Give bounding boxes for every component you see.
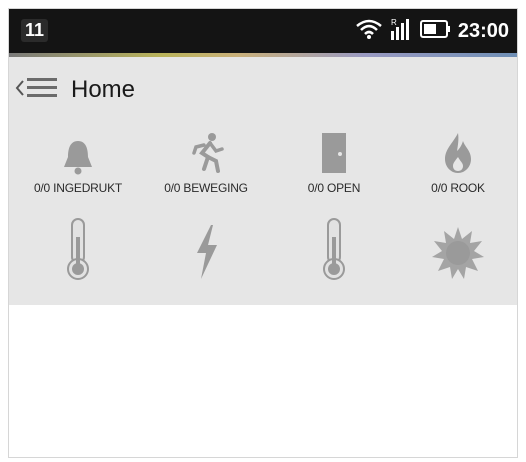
tile-open[interactable]: 0/0 OPEN (271, 127, 397, 195)
status-bar: 11 R 23:00 (9, 9, 517, 53)
tile-light[interactable] (395, 227, 517, 281)
bell-icon (15, 127, 141, 175)
action-bar: Home (9, 57, 517, 123)
menu-icon (25, 74, 59, 107)
tile-label: 0/0 OPEN (307, 181, 361, 195)
lightning-icon (143, 225, 269, 281)
tile-rook[interactable]: 0/0 ROOK (395, 127, 517, 195)
tile-label: 0/0 INGEDRUKT (33, 181, 123, 195)
up-navigation-button[interactable] (15, 65, 59, 115)
door-icon (271, 127, 397, 175)
sensor-row-1: 0/0 INGEDRUKT 0/0 BEWEGING 0/0 OPEN 0/0 … (9, 127, 517, 217)
notification-count-badge: 11 (21, 19, 49, 42)
thermometer-icon (271, 218, 397, 281)
tile-temperature-1[interactable] (15, 218, 141, 281)
status-time: 23:00 (457, 19, 509, 42)
sun-icon (395, 227, 517, 281)
signal-icon: R (390, 17, 412, 46)
status-icons: R 23:00 (356, 17, 509, 45)
content-area (9, 305, 517, 457)
sensor-grid: 0/0 INGEDRUKT 0/0 BEWEGING 0/0 OPEN 0/0 … (9, 123, 517, 305)
tile-temperature-2[interactable] (271, 218, 397, 281)
app-window: 11 R 23:00 Home 0/0 INGEDRUKT 0/0 BEWEGI… (8, 8, 518, 458)
tile-power[interactable] (143, 225, 269, 281)
page-title: Home (71, 76, 136, 103)
wifi-icon (356, 18, 382, 45)
tile-ingedrukt[interactable]: 0/0 INGEDRUKT (15, 127, 141, 195)
tile-label: 0/0 ROOK (431, 181, 485, 195)
running-person-icon (143, 127, 269, 175)
back-chevron-icon (15, 78, 25, 103)
battery-icon (419, 18, 450, 45)
tile-label: 0/0 BEWEGING (164, 181, 248, 195)
svg-text:R: R (391, 18, 397, 27)
thermometer-icon (15, 218, 141, 281)
tile-beweging[interactable]: 0/0 BEWEGING (143, 127, 269, 195)
flame-icon (395, 127, 517, 175)
